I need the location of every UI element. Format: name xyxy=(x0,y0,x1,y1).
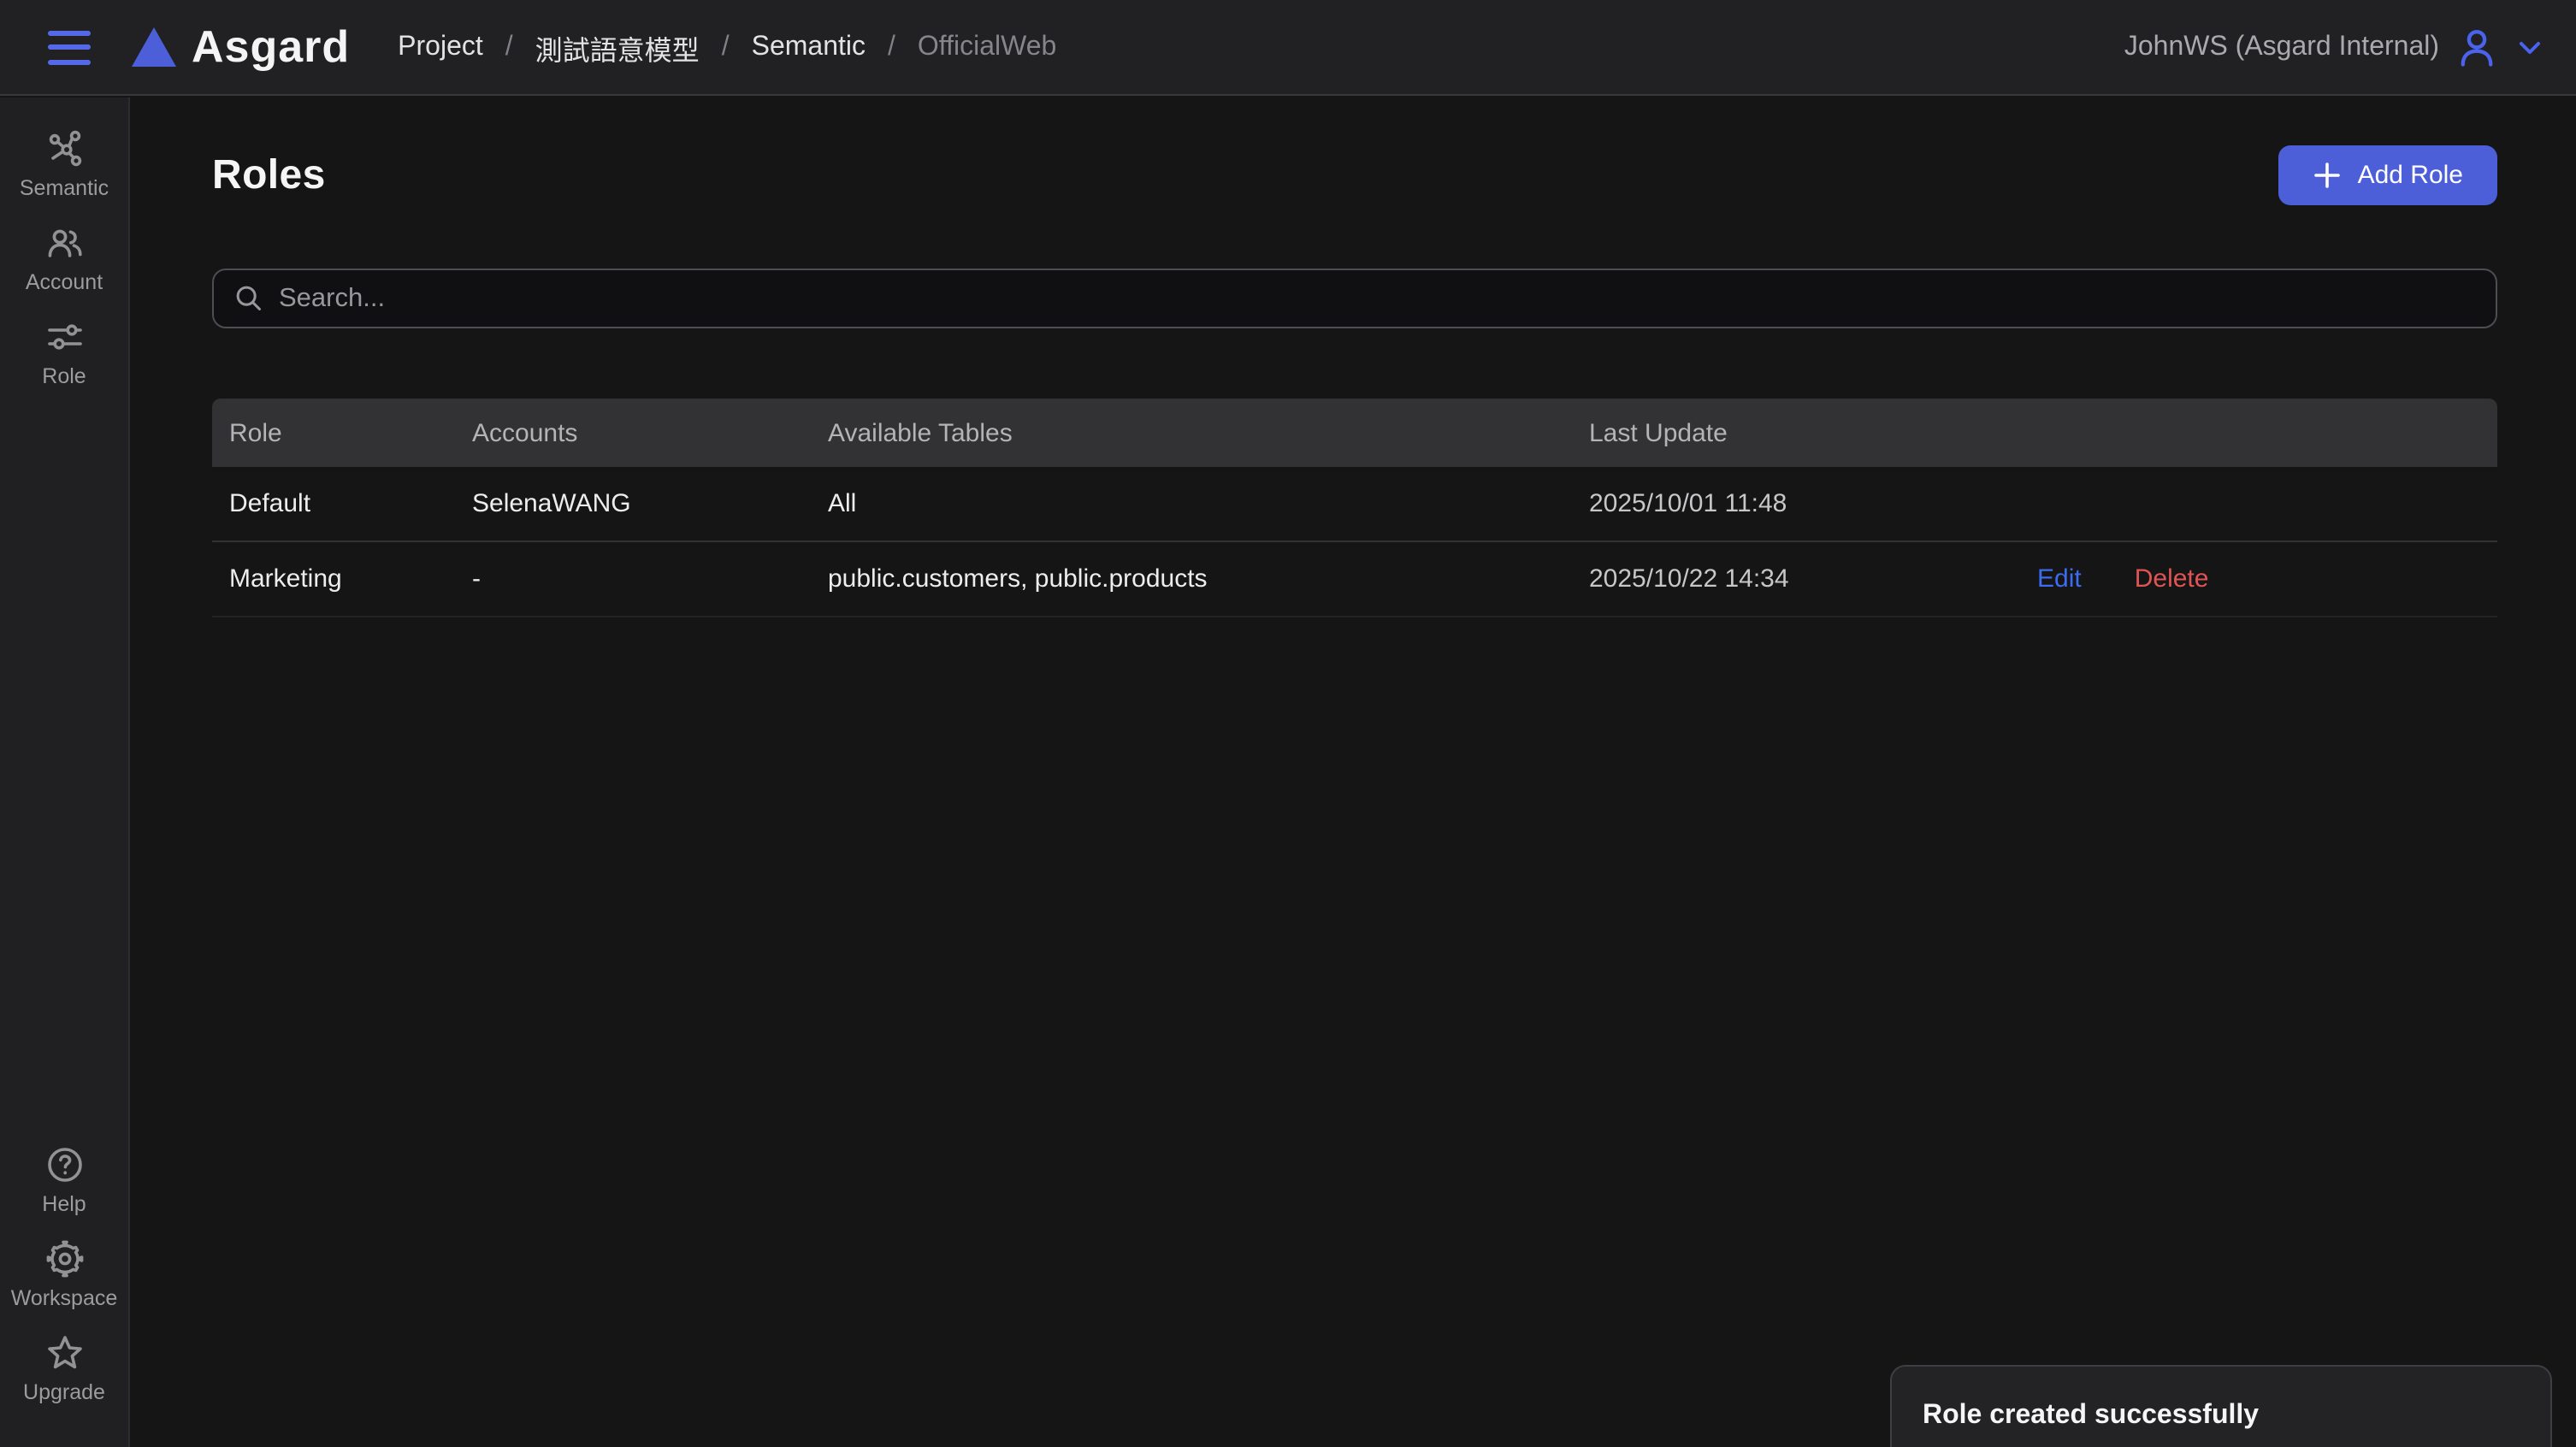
breadcrumb-separator: / xyxy=(722,32,730,62)
search-input[interactable] xyxy=(279,283,2475,314)
breadcrumb-model[interactable]: 測試語意模型 xyxy=(535,27,700,68)
user-avatar-icon xyxy=(2455,25,2499,69)
user-name-label: JohnWS (Asgard Internal) xyxy=(2124,32,2439,62)
sidebar-item-help[interactable]: Help xyxy=(0,1144,128,1216)
toast-notification: Role created successfully xyxy=(1890,1365,2552,1447)
role-sliders-icon xyxy=(44,316,85,357)
plus-icon xyxy=(2313,161,2343,190)
main-content: Roles Add Role Role Accounts Available T… xyxy=(132,97,2576,1447)
app-logo[interactable]: Asgard xyxy=(132,21,350,74)
app-name: Asgard xyxy=(192,21,350,74)
cell-accounts: - xyxy=(472,564,828,594)
column-header-available-tables: Available Tables xyxy=(828,418,1589,447)
add-role-button[interactable]: Add Role xyxy=(2279,145,2497,205)
cell-last-update: 2025/10/01 11:48 xyxy=(1589,489,2037,518)
search-icon xyxy=(234,284,263,313)
sidebar-item-account[interactable]: Account xyxy=(0,222,128,294)
app-root: Asgard Project / 測試語意模型 / Semantic / Off… xyxy=(0,0,2576,1447)
table-row[interactable]: Default SelenaWANG All 2025/10/01 11:48 xyxy=(212,467,2497,542)
cell-accounts: SelenaWANG xyxy=(472,489,828,518)
search-box[interactable] xyxy=(212,269,2497,328)
top-bar: Asgard Project / 測試語意模型 / Semantic / Off… xyxy=(0,0,2576,96)
sidebar-item-semantic[interactable]: Semantic xyxy=(0,128,128,200)
cell-available-tables: public.customers, public.products xyxy=(828,564,1589,594)
cell-role: Default xyxy=(212,489,472,518)
account-users-icon xyxy=(44,222,85,263)
cell-role: Marketing xyxy=(212,564,472,594)
page-title: Roles xyxy=(212,151,326,199)
breadcrumb-project[interactable]: Project xyxy=(398,32,483,62)
user-menu[interactable]: JohnWS (Asgard Internal) xyxy=(2124,25,2545,69)
table-header-row: Role Accounts Available Tables Last Upda… xyxy=(212,399,2497,467)
add-role-button-label: Add Role xyxy=(2358,161,2463,190)
column-header-accounts: Accounts xyxy=(472,418,828,447)
semantic-graph-icon xyxy=(44,128,85,169)
breadcrumb-semantic[interactable]: Semantic xyxy=(752,32,866,62)
column-header-role: Role xyxy=(212,418,472,447)
breadcrumb-separator: / xyxy=(888,32,895,62)
cell-available-tables: All xyxy=(828,489,1589,518)
sidebar-item-label: Semantic xyxy=(20,176,109,200)
cell-last-update: 2025/10/22 14:34 xyxy=(1589,564,2037,594)
hamburger-menu-icon[interactable] xyxy=(48,30,91,64)
help-circle-icon xyxy=(44,1144,85,1185)
sidebar-item-label: Help xyxy=(42,1192,86,1216)
sidebar-item-label: Upgrade xyxy=(23,1380,105,1404)
sidebar-item-workspace[interactable]: Workspace xyxy=(0,1238,128,1310)
sidebar-item-label: Workspace xyxy=(11,1286,118,1310)
column-header-last-update: Last Update xyxy=(1589,418,2037,447)
breadcrumb-separator: / xyxy=(505,32,513,62)
breadcrumb-current-page: OfficialWeb xyxy=(918,32,1056,62)
sidebar-item-label: Account xyxy=(26,270,103,294)
toast-message: Role created successfully xyxy=(1923,1401,2550,1432)
chevron-down-icon[interactable] xyxy=(2514,32,2545,62)
roles-table: Role Accounts Available Tables Last Upda… xyxy=(212,399,2497,617)
breadcrumb: Project / 測試語意模型 / Semantic / OfficialWe… xyxy=(398,27,1056,68)
table-row[interactable]: Marketing - public.customers, public.pro… xyxy=(212,542,2497,617)
sidebar-item-role[interactable]: Role xyxy=(0,316,128,388)
sidebar-item-upgrade[interactable]: Upgrade xyxy=(0,1332,128,1404)
workspace-gear-icon xyxy=(44,1238,85,1279)
sidebar: Semantic Account Role xyxy=(0,97,130,1447)
edit-role-link[interactable]: Edit xyxy=(2037,564,2082,594)
delete-role-link[interactable]: Delete xyxy=(2135,564,2209,594)
sidebar-item-label: Role xyxy=(42,364,86,388)
logo-triangle-icon xyxy=(132,27,176,67)
upgrade-star-icon xyxy=(44,1332,85,1373)
